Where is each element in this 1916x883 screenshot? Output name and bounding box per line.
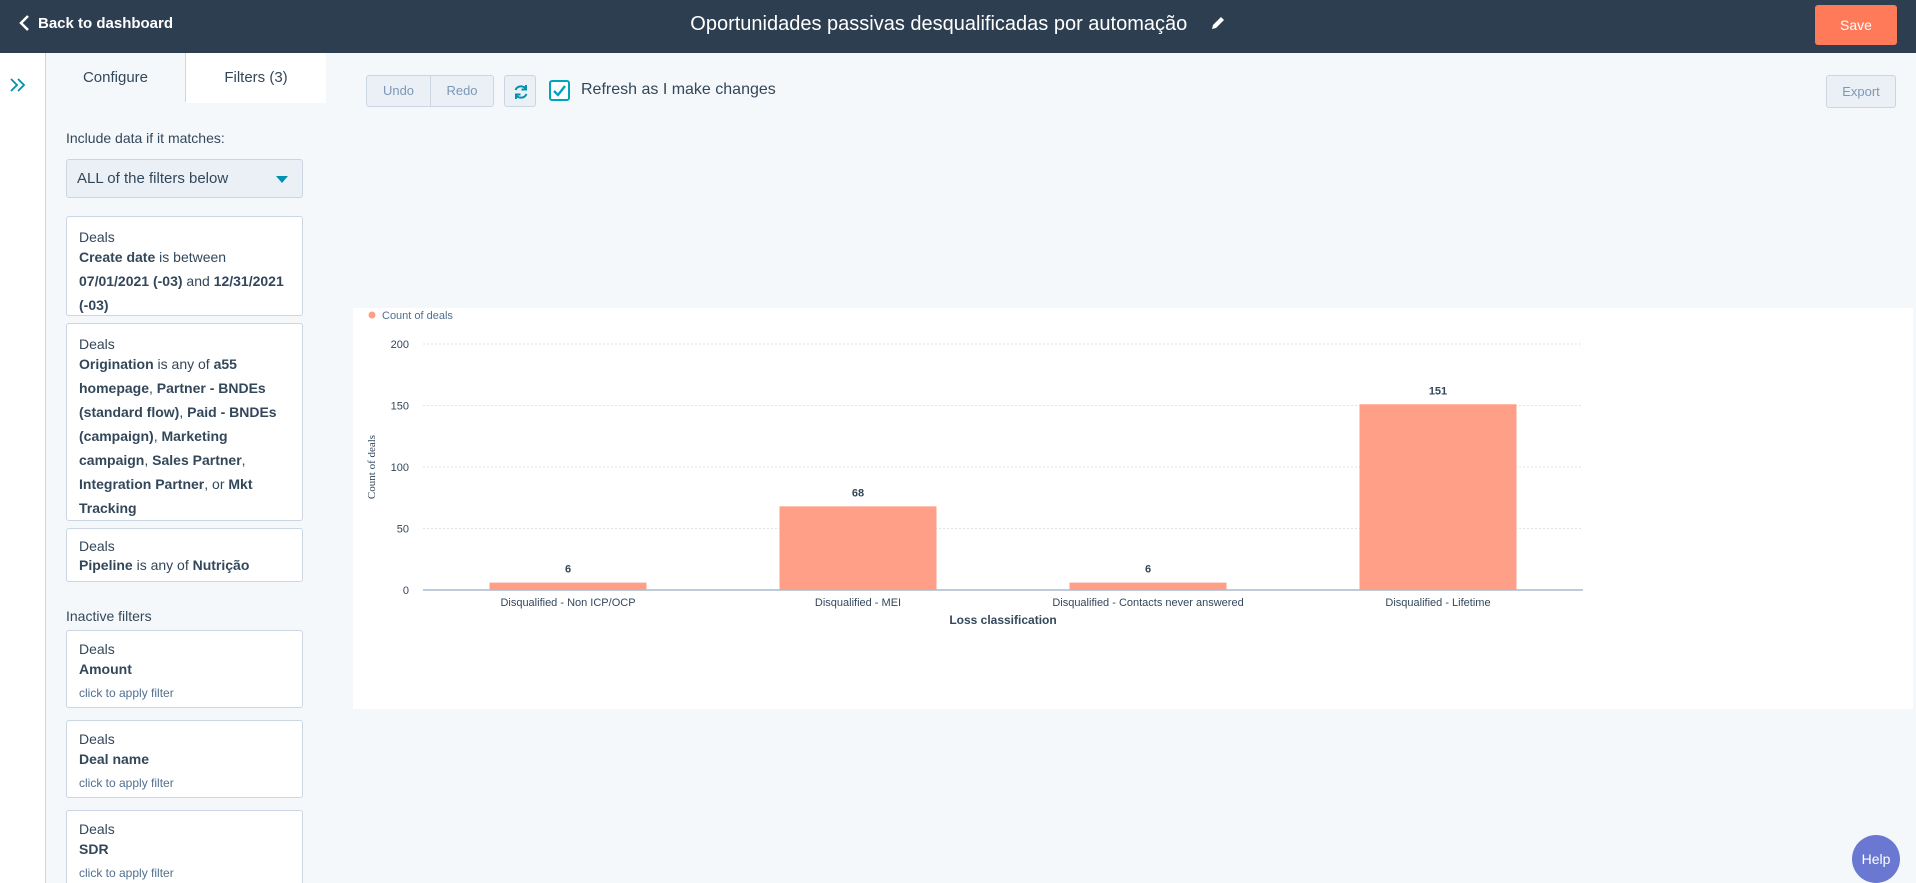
filter-operator: and bbox=[182, 273, 214, 289]
inactive-filter-sdr[interactable]: Deals SDR click to apply filter bbox=[66, 810, 303, 883]
match-label: Include data if it matches: bbox=[66, 130, 225, 146]
refresh-icon bbox=[514, 85, 528, 99]
x-axis-label: Loss classification bbox=[949, 613, 1056, 627]
report-title: Oportunidades passivas desqualificadas p… bbox=[690, 13, 1188, 35]
title-area: Oportunidades passivas desqualificadas p… bbox=[0, 13, 1916, 36]
filter-operator: , bbox=[144, 452, 153, 468]
filter-hint: click to apply filter bbox=[79, 776, 174, 790]
bar bbox=[489, 582, 647, 590]
inactive-filters-label: Inactive filters bbox=[66, 608, 152, 624]
y-axis-label: Count of deals bbox=[366, 435, 378, 499]
chart-card: Count of deals 0 50 100 150 200 Count of deals… bbox=[353, 308, 1913, 709]
filter-operator: , bbox=[149, 380, 157, 396]
filter-hint: click to apply filter bbox=[79, 686, 174, 700]
y-tick-label: 100 bbox=[391, 462, 409, 474]
filter-value: Sales Partner bbox=[152, 452, 242, 468]
filter-object: Deals bbox=[79, 641, 115, 657]
match-select[interactable]: ALL of the filters below bbox=[66, 159, 303, 198]
filter-operator: , or bbox=[204, 476, 229, 492]
refresh-button[interactable] bbox=[504, 75, 536, 107]
filter-value: Integration Partner bbox=[79, 476, 205, 492]
filter-value: Origination bbox=[79, 356, 154, 372]
collapse-rail bbox=[0, 53, 46, 883]
refresh-checkbox[interactable] bbox=[549, 80, 570, 101]
bar-chart: Count of deals 0 50 100 150 200 Count of deals… bbox=[366, 310, 1583, 627]
filter-value: Pipeline bbox=[79, 557, 133, 573]
filter-operator: , bbox=[241, 452, 246, 468]
inactive-filter-amount[interactable]: Deals Amount click to apply filter bbox=[66, 630, 303, 708]
checkmark-icon bbox=[553, 85, 566, 97]
x-tick-label: Disqualified - Non ICP/OCP bbox=[500, 597, 635, 609]
filter-object: Deals bbox=[79, 821, 115, 837]
filter-operator: is between bbox=[155, 249, 227, 265]
bar-value-label: 6 bbox=[565, 564, 571, 576]
bar bbox=[779, 506, 937, 590]
bar bbox=[1359, 404, 1517, 590]
tab-filters[interactable]: Filters (3) bbox=[186, 53, 326, 103]
filter-value: 07/01/2021 (-03) bbox=[79, 273, 183, 289]
bar-value-label: 151 bbox=[1429, 385, 1447, 397]
filter-card-origination[interactable]: Deals Origination is any of a55 homepage… bbox=[66, 323, 303, 521]
filter-description: Origination is any of a55 homepage, Part… bbox=[79, 352, 290, 520]
panel-tabs: Configure Filters (3) bbox=[46, 53, 326, 103]
y-tick-label: 150 bbox=[391, 401, 409, 413]
inactive-filter-deal-name[interactable]: Deals Deal name click to apply filter bbox=[66, 720, 303, 798]
filter-description: Create date is between 07/01/2021 (-03) … bbox=[79, 245, 290, 317]
filter-card-create-date[interactable]: Deals Create date is between 07/01/2021 … bbox=[66, 216, 303, 316]
y-tick-label: 0 bbox=[403, 585, 409, 597]
redo-button[interactable]: Redo bbox=[430, 76, 493, 106]
filters-panel: Configure Filters (3) Include data if it… bbox=[46, 53, 326, 883]
top-header: Back to dashboard Oportunidades passivas… bbox=[0, 0, 1916, 53]
undo-button[interactable]: Undo bbox=[367, 76, 430, 106]
filter-operator: , bbox=[179, 404, 188, 420]
match-select-value: ALL of the filters below bbox=[77, 170, 229, 187]
filter-object: Deals bbox=[79, 538, 115, 554]
save-button[interactable]: Save bbox=[1815, 5, 1897, 45]
undo-redo-group: Undo Redo bbox=[366, 75, 494, 107]
filter-object: Deals bbox=[79, 731, 115, 747]
double-chevron-right-icon[interactable] bbox=[8, 75, 28, 95]
y-tick-label: 50 bbox=[397, 524, 409, 536]
refresh-checkbox-label: Refresh as I make changes bbox=[581, 81, 776, 98]
filter-property: Amount bbox=[79, 661, 132, 677]
bar-value-label: 68 bbox=[852, 487, 864, 499]
pencil-edit-icon[interactable] bbox=[1210, 15, 1226, 31]
filter-card-pipeline[interactable]: Deals Pipeline is any of Nutrição bbox=[66, 528, 303, 582]
filter-operator: is any of bbox=[153, 356, 214, 372]
legend-swatch bbox=[368, 311, 376, 319]
filter-property: SDR bbox=[79, 841, 109, 857]
filters-content: Include data if it matches: ALL of the f… bbox=[46, 102, 326, 883]
filter-value: Create date bbox=[79, 249, 156, 265]
caret-down-icon bbox=[276, 176, 288, 183]
export-button[interactable]: Export bbox=[1826, 75, 1896, 108]
filter-value: Nutrição bbox=[192, 557, 250, 573]
bar-value-label: 6 bbox=[1145, 564, 1151, 576]
y-tick-label: 200 bbox=[391, 339, 409, 351]
x-tick-label: Disqualified - Lifetime bbox=[1385, 597, 1490, 609]
tab-configure[interactable]: Configure bbox=[46, 53, 186, 102]
legend-label: Count of deals bbox=[382, 310, 453, 322]
filter-description: Pipeline is any of Nutrição bbox=[79, 555, 290, 575]
x-tick-label: Disqualified - Contacts never answered bbox=[1052, 597, 1243, 609]
filter-hint: click to apply filter bbox=[79, 866, 174, 880]
filter-property: Deal name bbox=[79, 751, 150, 767]
x-tick-label: Disqualified - MEI bbox=[815, 597, 901, 609]
help-button[interactable]: Help bbox=[1852, 835, 1900, 883]
filter-operator: is any of bbox=[132, 557, 193, 573]
report-main: Undo Redo Refresh as I make changes Expo… bbox=[346, 53, 1916, 883]
bar bbox=[1069, 582, 1227, 590]
